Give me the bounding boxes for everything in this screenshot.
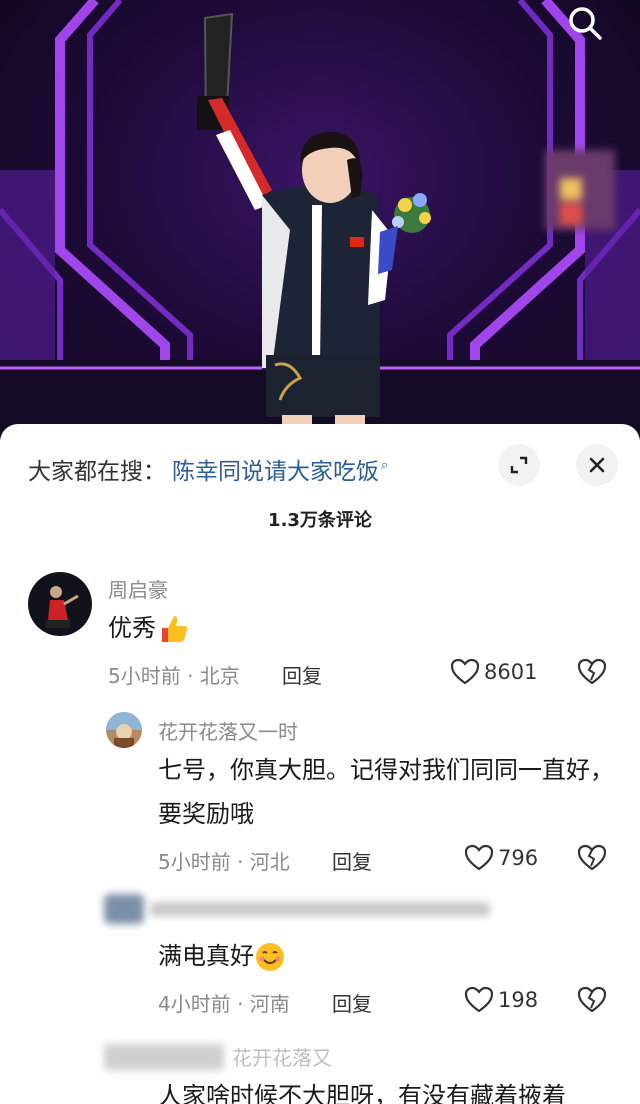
expand-icon [510,456,528,474]
comment-text: 人家啥时候不大胆呀，有没有藏着掖着 [158,1082,566,1104]
comment-meta: 5小时前 · 河北 [158,850,290,874]
smiling-face-icon [256,943,284,971]
close-button[interactable] [576,444,618,486]
comment-text: 优秀 [108,606,190,650]
trending-label: 大家都在搜： [28,459,166,485]
hero-photo [0,0,640,440]
avatar[interactable] [28,572,92,636]
close-icon [589,457,605,473]
like-count: 8601 [484,660,538,684]
sheet-header: 大家都在搜： 陈幸同说请大家吃饭 ⌕ [0,424,640,504]
comment-text: 七号，你真大胆。记得对我们同同一直好，要奖励哦 [158,756,614,828]
comment-reply-item: 满电真好 4小时前 · 河南 回复 198 [0,894,640,1024]
stage-illustration [0,0,640,440]
comment-reply-item: 花开花落又 人家啥时候不大胆呀，有没有藏着掖着 [0,1038,640,1104]
like-button[interactable]: 198 [464,986,538,1014]
comment-meta: 4小时前 · 河南 [158,992,290,1016]
search-icon [569,7,602,40]
dislike-button[interactable] [577,844,607,876]
like-count: 198 [498,988,539,1012]
like-count: 796 [498,846,539,870]
reply-button[interactable]: 回复 [332,988,372,1017]
like-button[interactable]: 8601 [450,658,537,686]
avatar[interactable] [106,712,142,748]
broken-heart-icon [577,986,607,1013]
broken-heart-icon [577,844,607,871]
reply-button[interactable]: 回复 [332,846,372,875]
trending-keyword[interactable]: 陈幸同说请大家吃饭 [172,452,379,486]
comment-username[interactable]: 花开花落又 [232,1042,332,1071]
comment-meta: 5小时前 · 北京 [108,664,240,688]
comment-item: 周启豪 优秀 5小时前 · 北京 回复 8601 [0,568,640,698]
heart-icon [464,844,494,871]
comments-sheet: 大家都在搜： 陈幸同说请大家吃饭 ⌕ 1.3万条评论 周启豪 优秀 5小时前 ·… [0,424,640,1104]
comment-count: 1.3万条评论 [268,510,372,531]
avatar[interactable] [104,894,144,924]
like-button[interactable]: 796 [464,844,538,872]
comment-text: 满电真好 [158,934,286,978]
expand-button[interactable] [498,444,540,486]
blurred-username [150,902,490,916]
comment-username[interactable]: 花开花落又一时 [158,716,298,745]
reply-button[interactable]: 回复 [282,660,322,689]
search-button[interactable] [566,4,610,44]
heart-icon [464,986,494,1013]
blurred-avatar [104,1044,224,1070]
search-small-icon: ⌕ [381,458,389,473]
trending-search[interactable]: 大家都在搜： 陈幸同说请大家吃饭 ⌕ [28,452,388,486]
broken-heart-icon [577,658,607,685]
comment-reply-item: 花开花落又一时 七号，你真大胆。记得对我们同同一直好，要奖励哦 5小时前 · 河… [0,708,640,878]
dislike-button[interactable] [577,658,607,690]
heart-icon [450,658,480,685]
dislike-button[interactable] [577,986,607,1018]
comment-username[interactable]: 周启豪 [108,574,168,603]
thumbs-up-icon [162,616,188,642]
